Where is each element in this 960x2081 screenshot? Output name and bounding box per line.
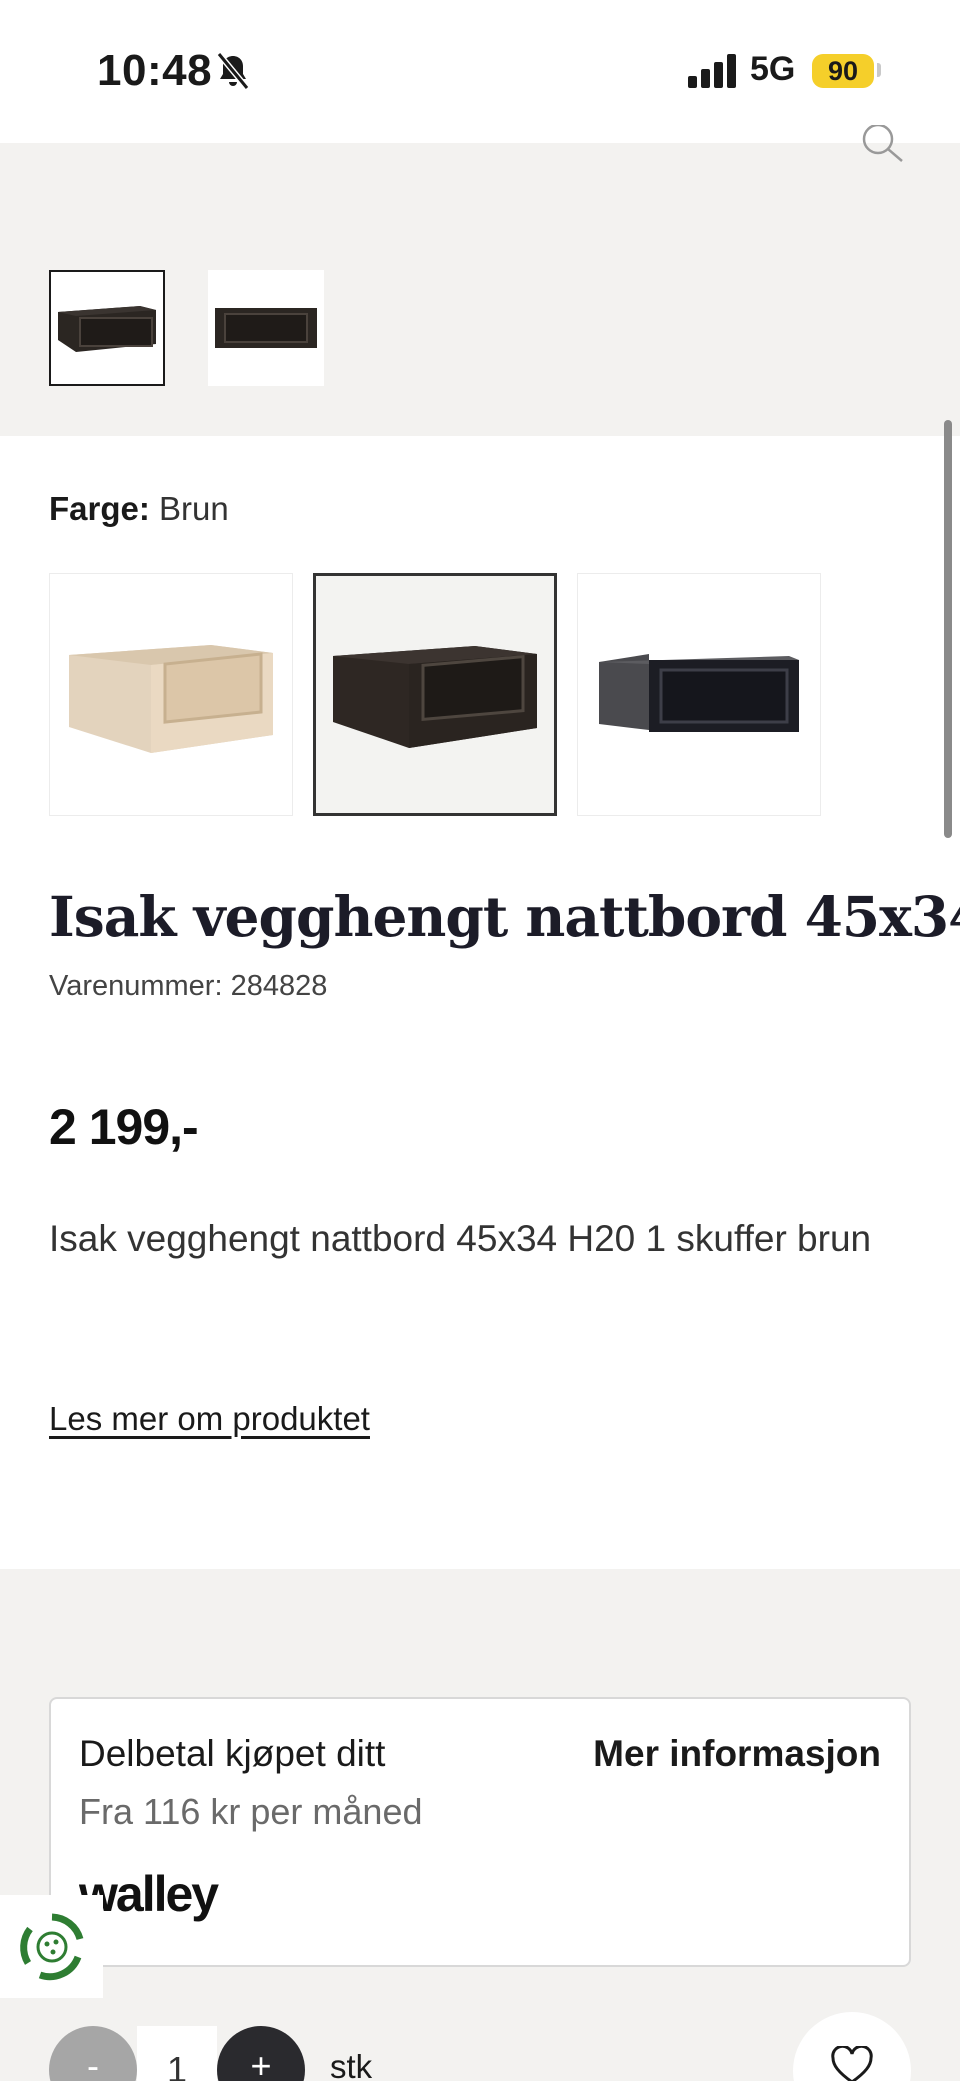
quantity-unit: stk [330,2048,373,2081]
walley-logo: walley [79,1866,221,1922]
product-sku: Varenummer: 284828 [49,970,328,1002]
color-label-key: Farge: [49,490,150,527]
color-swatch-natural[interactable] [49,573,293,816]
color-value: Brun [159,490,229,527]
financing-card: Delbetal kjøpet ditt Mer informasjon Fra… [49,1697,911,1967]
network-label: 5G [750,50,796,88]
status-time: 10:48 [97,46,213,95]
battery-tip [877,63,881,77]
bell-muted-icon [216,52,250,90]
financing-subtitle: Fra 116 kr per måned [79,1791,423,1832]
gallery-thumbnail-1[interactable] [49,270,165,386]
read-more-link[interactable]: Les mer om produktet [49,1400,370,1438]
scrollbar[interactable] [944,420,952,838]
gallery-thumbnail-2[interactable] [208,270,324,386]
recycle-icon [19,1913,83,1980]
nightstand-brown-image [333,645,537,748]
financing-title: Delbetal kjøpet ditt [79,1733,386,1774]
nightstand-natural-image [69,644,273,753]
quantity-input[interactable]: 1 [137,2026,217,2081]
color-label: Farge: Brun [49,490,229,528]
nightstand-black-image [599,653,799,732]
battery-indicator: 90 [812,54,874,88]
signal-icon [688,54,736,88]
nightstand-front-image [215,308,317,348]
product-title: Isak vegghengt nattbord 45x34 [49,884,960,949]
product-description: Isak vegghengt nattbord 45x34 H20 1 skuf… [49,1218,872,1259]
more-info-link[interactable]: Mer informasjon [593,1733,881,1775]
eco-badge[interactable] [0,1895,103,1998]
status-bar: 10:48 5G 90 [0,0,960,143]
color-swatch-black[interactable] [577,573,821,816]
product-price: 2 199,- [49,1099,199,1155]
zoom-icon[interactable] [858,125,906,173]
heart-icon [831,2046,873,2081]
color-swatch-brown[interactable] [313,573,557,816]
nightstand-image [58,306,156,352]
